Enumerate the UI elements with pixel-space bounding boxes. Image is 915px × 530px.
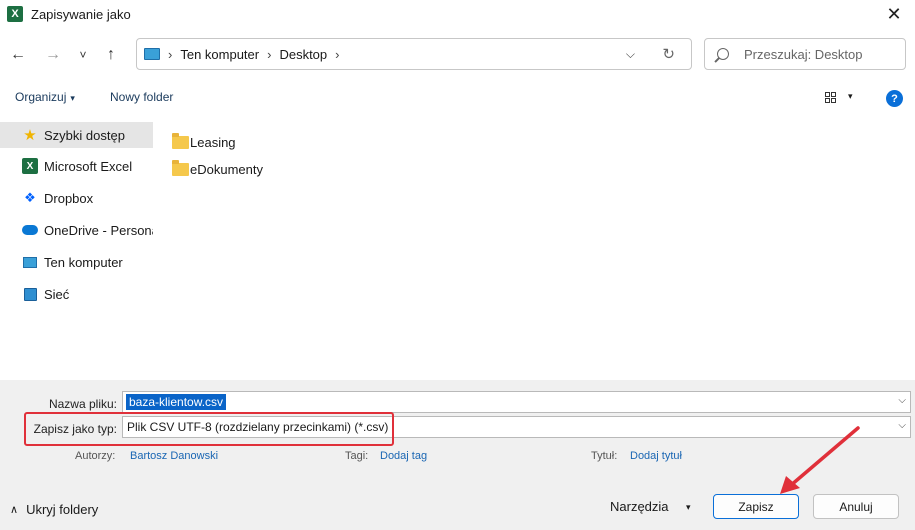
view-options-icon[interactable]: [825, 92, 836, 103]
new-folder-button[interactable]: Nowy folder: [110, 90, 173, 104]
computer-icon: [144, 48, 160, 60]
recent-locations-button[interactable]: ˅: [72, 44, 94, 66]
help-icon[interactable]: ?: [886, 90, 903, 107]
sidebar-item-microsoft-excel[interactable]: X Microsoft Excel: [0, 153, 153, 179]
file-list: Leasing eDokumenty: [160, 120, 915, 378]
search-placeholder: Przeszukaj: Desktop: [744, 46, 863, 62]
authors-label: Autorzy:: [75, 450, 116, 462]
chevron-up-icon: ∧: [10, 504, 19, 516]
folder-icon: [172, 132, 189, 149]
command-toolbar: Organizuj ▾ Nowy folder ▾ ?: [0, 86, 915, 112]
star-icon: ★: [23, 127, 37, 144]
file-name: Leasing: [190, 134, 236, 150]
sidebar-item-label: Microsoft Excel: [44, 158, 133, 174]
organize-menu[interactable]: Organizuj ▾: [15, 90, 75, 104]
organize-label: Organizuj: [15, 90, 67, 104]
address-bar[interactable]: › Ten komputer › Desktop › ⌵ ↻: [136, 38, 692, 70]
computer-icon: [23, 256, 37, 268]
save-type-dropdown-icon[interactable]: ⌵: [898, 420, 906, 431]
sidebar-item-onedrive[interactable]: OneDrive - Personal: [0, 217, 153, 243]
window-title: Zapisywanie jako: [31, 6, 131, 22]
sidebar-item-quick-access[interactable]: ★ Szybki dostęp: [0, 122, 153, 148]
breadcrumb-separator[interactable]: ›: [267, 47, 271, 62]
search-input[interactable]: Przeszukaj: Desktop: [704, 38, 906, 70]
filename-field[interactable]: baza-klientow.csv ⌵: [122, 391, 911, 413]
tools-menu[interactable]: Narzędzia: [610, 499, 669, 514]
caret-down-icon: ▾: [70, 93, 75, 103]
authors-value[interactable]: Bartosz Danowski: [130, 450, 218, 462]
breadcrumb-separator: ›: [168, 46, 173, 62]
hide-folders-button[interactable]: ∧ Ukryj foldery: [10, 502, 98, 517]
sidebar-item-label: OneDrive - Personal: [44, 222, 153, 238]
highlight-box: [24, 412, 394, 446]
close-button[interactable]: ✕: [883, 3, 905, 25]
forward-button[interactable]: →: [42, 44, 64, 66]
list-item-folder[interactable]: Leasing: [172, 131, 236, 153]
annotation-arrow: [780, 426, 860, 494]
back-button[interactable]: ←: [7, 44, 29, 66]
sidebar-item-label: Dropbox: [44, 190, 94, 206]
add-title-link[interactable]: Dodaj tytuł: [630, 450, 682, 462]
sidebar-item-dropbox[interactable]: ❖ Dropbox: [0, 185, 153, 211]
onedrive-icon: [22, 225, 38, 235]
navigation-bar: ← → ˅ ↑ › Ten komputer › Desktop › ⌵ ↻ P…: [0, 36, 915, 74]
hide-folders-label: Ukryj foldery: [26, 502, 99, 517]
view-caret-icon[interactable]: ▾: [848, 91, 853, 102]
search-icon: [717, 48, 729, 60]
sidebar-item-label: Szybki dostęp: [44, 127, 125, 143]
sidebar-item-label: Sieć: [44, 286, 70, 302]
address-dropdown-icon[interactable]: ⌵: [626, 47, 635, 62]
excel-app-icon: X: [7, 6, 23, 22]
dropbox-icon: ❖: [24, 190, 36, 205]
filename-value: baza-klientow.csv: [126, 394, 227, 410]
sidebar-item-network[interactable]: Sieć: [0, 281, 153, 307]
add-tag-link[interactable]: Dodaj tag: [380, 450, 427, 462]
list-item-folder[interactable]: eDokumenty: [172, 158, 263, 180]
title-bar: X Zapisywanie jako ✕: [0, 0, 915, 28]
title-label: Tytuł:: [591, 450, 618, 462]
navigation-pane: ★ Szybki dostęp X Microsoft Excel ❖ Drop…: [0, 120, 160, 378]
folder-icon: [172, 159, 189, 176]
tags-label: Tagi:: [345, 450, 369, 462]
filename-label: Nazwa pliku:: [48, 397, 117, 411]
filename-dropdown-icon[interactable]: ⌵: [898, 395, 906, 406]
excel-icon: X: [22, 158, 38, 174]
network-icon: [23, 287, 37, 301]
sidebar-item-label: Ten komputer: [44, 254, 123, 270]
breadcrumb-ten-komputer[interactable]: Ten komputer: [180, 47, 259, 62]
caret-down-icon[interactable]: ▾: [686, 502, 691, 513]
refresh-icon[interactable]: ↻: [662, 45, 675, 63]
breadcrumb-separator[interactable]: ›: [335, 47, 339, 62]
sidebar-item-this-pc[interactable]: Ten komputer: [0, 249, 153, 275]
breadcrumb-desktop[interactable]: Desktop: [279, 47, 327, 62]
file-name: eDokumenty: [190, 161, 263, 177]
up-button[interactable]: ↑: [100, 44, 122, 66]
